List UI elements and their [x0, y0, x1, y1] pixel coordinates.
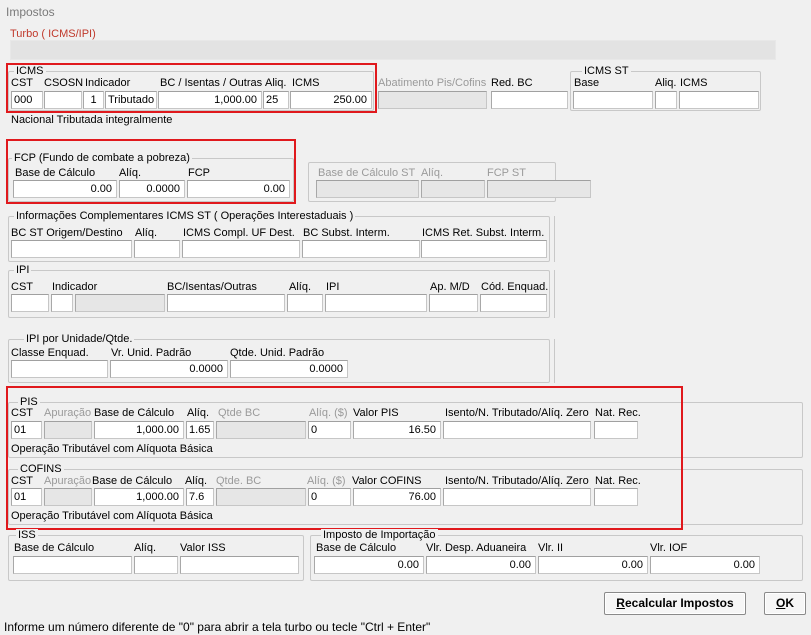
fcp-st-base-input[interactable] — [316, 180, 419, 198]
ipi-ipi-input[interactable] — [325, 294, 427, 312]
right-divider-2 — [554, 270, 555, 318]
ipi-aliq-label: Alíq. — [289, 281, 312, 293]
fcp-st-aliq-label: Alíq. — [421, 167, 444, 179]
window-title: Impostos — [6, 5, 55, 19]
ipi-indicador-input[interactable] — [51, 294, 73, 312]
ipi-bc-label: BC/Isentas/Outras — [167, 281, 257, 293]
importacao-desp-input[interactable]: 0.00 — [426, 556, 536, 574]
ipi-aliq-input[interactable] — [287, 294, 323, 312]
recalcular-label: ecalcular Impostos — [624, 596, 734, 610]
pis-cofins-highlight-box — [6, 386, 683, 530]
iss-base-input[interactable] — [13, 556, 132, 574]
icms-highlight-box — [6, 63, 377, 113]
iss-aliq-label: Alíq. — [134, 542, 157, 554]
ipi-unid-qtde-label: Qtde. Unid. Padrão — [230, 347, 325, 359]
info-bc-origem-input[interactable] — [11, 240, 132, 258]
importacao-base-label: Base de Cálculo — [316, 542, 397, 554]
icms-st-group-title: ICMS ST — [582, 65, 631, 77]
importacao-group-title: Imposto de Importação — [321, 529, 438, 541]
ipi-indicador-text — [75, 294, 165, 312]
abatimento-label: Abatimento Pis/Cofins — [378, 77, 487, 89]
info-aliq-label: Alíq. — [135, 227, 158, 239]
importacao-iof-input[interactable]: 0.00 — [650, 556, 760, 574]
icms-cst-description: Nacional Tributada integralmente — [11, 114, 173, 126]
ipi-bc-input[interactable] — [167, 294, 285, 312]
ipi-indicador-label: Indicador — [52, 281, 98, 293]
ok-label: K — [785, 596, 794, 610]
ipi-group-title: IPI — [14, 264, 32, 276]
ipi-unid-classe-input[interactable] — [11, 360, 108, 378]
importacao-base-input[interactable]: 0.00 — [314, 556, 424, 574]
iss-valor-input[interactable] — [180, 556, 299, 574]
fcp-highlight-box — [6, 139, 296, 204]
ipi-unid-vr-input[interactable]: 0.0000 — [110, 360, 228, 378]
ipi-cst-input[interactable] — [11, 294, 49, 312]
ipi-ap-input[interactable] — [429, 294, 478, 312]
fcp-st-fcp-label: FCP ST — [487, 167, 526, 179]
info-bc-subst-label: BC Subst. Interm. — [303, 227, 390, 239]
importacao-ii-input[interactable]: 0.00 — [538, 556, 648, 574]
ipi-unid-qtde-input[interactable]: 0.0000 — [230, 360, 348, 378]
ipi-ipi-label: IPI — [326, 281, 340, 293]
info-compl-label: ICMS Compl. UF Dest. — [183, 227, 295, 239]
turbo-field[interactable] — [10, 40, 776, 60]
icms-st-aliq-label: Aliq. — [655, 77, 677, 89]
status-bar-text: Informe um número diferente de "0" para … — [4, 620, 431, 634]
iss-valor-label: Valor ISS — [180, 542, 226, 554]
abatimento-input[interactable] — [378, 91, 487, 109]
info-ret-label: ICMS Ret. Subst. Interm. — [422, 227, 545, 239]
right-divider-3 — [554, 339, 555, 383]
ok-mnemonic: O — [775, 596, 786, 610]
ipi-unid-classe-label: Classe Enquad. — [11, 347, 89, 359]
red-bc-input[interactable] — [491, 91, 568, 109]
importacao-iof-label: Vlr. IOF — [650, 542, 688, 554]
iss-group-title: ISS — [16, 529, 38, 541]
ipi-cod-input[interactable] — [480, 294, 547, 312]
icms-st-base-label: Base — [574, 77, 600, 89]
icms-st-base-input[interactable] — [573, 91, 653, 109]
iss-aliq-input[interactable] — [134, 556, 178, 574]
info-icms-st-group-title: Informações Complementares ICMS ST ( Ope… — [14, 210, 356, 222]
iss-base-label: Base de Cálculo — [14, 542, 95, 554]
info-bc-subst-input[interactable] — [302, 240, 420, 258]
ipi-cod-label: Cód. Enquad. — [481, 281, 549, 293]
fcp-st-aliq-input[interactable] — [421, 180, 485, 198]
importacao-desp-label: Vlr. Desp. Aduaneira — [426, 542, 527, 554]
info-bc-origem-label: BC ST Origem/Destino — [11, 227, 123, 239]
ipi-cst-label: CST — [11, 281, 33, 293]
info-aliq-input[interactable] — [134, 240, 180, 258]
fcp-st-base-label: Base de Cálculo ST — [318, 167, 416, 179]
info-ret-input[interactable] — [421, 240, 547, 258]
right-divider-1 — [554, 216, 555, 262]
ok-button[interactable]: OK — [764, 592, 806, 615]
importacao-ii-label: Vlr. II — [538, 542, 564, 554]
recalcular-mnemonic: R — [616, 596, 625, 610]
red-bc-label: Red. BC — [491, 77, 533, 89]
ipi-ap-label: Ap. M/D — [430, 281, 470, 293]
ipi-unid-group-title: IPI por Unidade/Qtde. — [24, 333, 135, 345]
info-compl-input[interactable] — [182, 240, 300, 258]
fcp-st-fcp-input[interactable] — [487, 180, 591, 198]
recalcular-impostos-button[interactable]: Recalcular Impostos — [604, 592, 746, 615]
turbo-label: Turbo ( ICMS/IPI) — [10, 28, 96, 40]
icms-st-icms-label: ICMS — [680, 77, 708, 89]
ipi-unid-vr-label: Vr. Unid. Padrão — [111, 347, 192, 359]
icms-st-icms-input[interactable] — [679, 91, 759, 109]
icms-st-aliq-input[interactable] — [655, 91, 677, 109]
